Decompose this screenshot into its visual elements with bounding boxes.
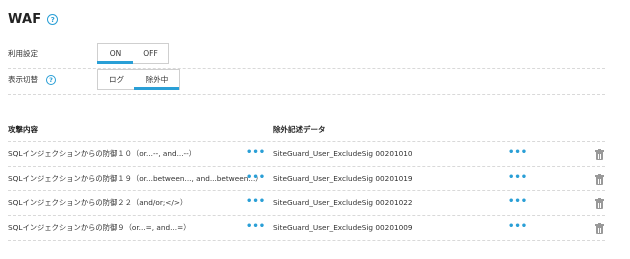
usage-setting-label: 利用設定 (8, 49, 38, 58)
attack-cell: SQLインジェクションからの防御１０（or...--, and...--） (8, 149, 197, 158)
trash-icon[interactable] (595, 198, 604, 209)
table-row: SQLインジェクションからの防御１０（or...--, and...--） ••… (8, 142, 605, 166)
more-icon[interactable]: ••• (246, 191, 265, 215)
exclusion-cell: SiteGuard_User_ExcludeSig 00201010 (273, 149, 413, 158)
attack-cell: SQLインジェクションからの防御１９（or...between..., and.… (8, 174, 263, 183)
display-setting-row: 表示切替 ? ログ 除外中 (8, 67, 605, 92)
trash-icon[interactable] (595, 149, 604, 160)
attack-cell: SQLインジェクションからの防御２２（and/or;</>） (8, 198, 188, 207)
display-toggle: ログ 除外中 (97, 69, 180, 90)
table-row: SQLインジェクションからの防御２２（and/or;</>） ••• SiteG… (8, 191, 605, 215)
usage-on-option[interactable]: ON (97, 44, 133, 64)
more-icon[interactable]: ••• (246, 142, 265, 166)
exclusion-cell: SiteGuard_User_ExcludeSig 00201022 (273, 198, 413, 207)
usage-toggle: ON OFF (97, 43, 169, 64)
divider (8, 94, 605, 95)
display-log-option[interactable]: ログ (98, 70, 135, 89)
trash-icon[interactable] (595, 174, 604, 185)
exclusion-cell: SiteGuard_User_ExcludeSig 00201009 (273, 223, 413, 232)
more-icon[interactable]: ••• (508, 216, 527, 240)
usage-off-option[interactable]: OFF (133, 44, 168, 63)
help-icon[interactable]: ? (47, 14, 59, 25)
more-icon[interactable]: ••• (508, 167, 527, 191)
table-row: SQLインジェクションからの防御１９（or...between..., and.… (8, 167, 605, 191)
table-row: SQLインジェクションからの防御９（or...=, and...=） ••• S… (8, 216, 605, 240)
exclusion-cell: SiteGuard_User_ExcludeSig 00201019 (273, 174, 413, 183)
attack-cell: SQLインジェクションからの防御９（or...=, and...=） (8, 223, 191, 232)
page-header: WAF ? (8, 12, 59, 27)
display-setting-label: 表示切替 (8, 75, 38, 84)
more-icon[interactable]: ••• (246, 216, 265, 240)
page-title: WAF (8, 12, 42, 27)
divider (8, 240, 605, 241)
column-header-attack: 攻撃内容 (8, 125, 38, 134)
display-setting-label-wrap: 表示切替 ? (8, 74, 97, 85)
more-icon[interactable]: ••• (508, 142, 527, 166)
help-icon[interactable]: ? (46, 74, 56, 85)
usage-setting-row: 利用設定 ON OFF (8, 41, 605, 66)
trash-icon[interactable] (595, 223, 604, 234)
more-icon[interactable]: ••• (508, 191, 527, 215)
display-excluded-option[interactable]: 除外中 (134, 70, 179, 90)
more-icon[interactable]: ••• (246, 167, 265, 191)
column-header-exclusion: 除外記述データ (273, 125, 326, 134)
